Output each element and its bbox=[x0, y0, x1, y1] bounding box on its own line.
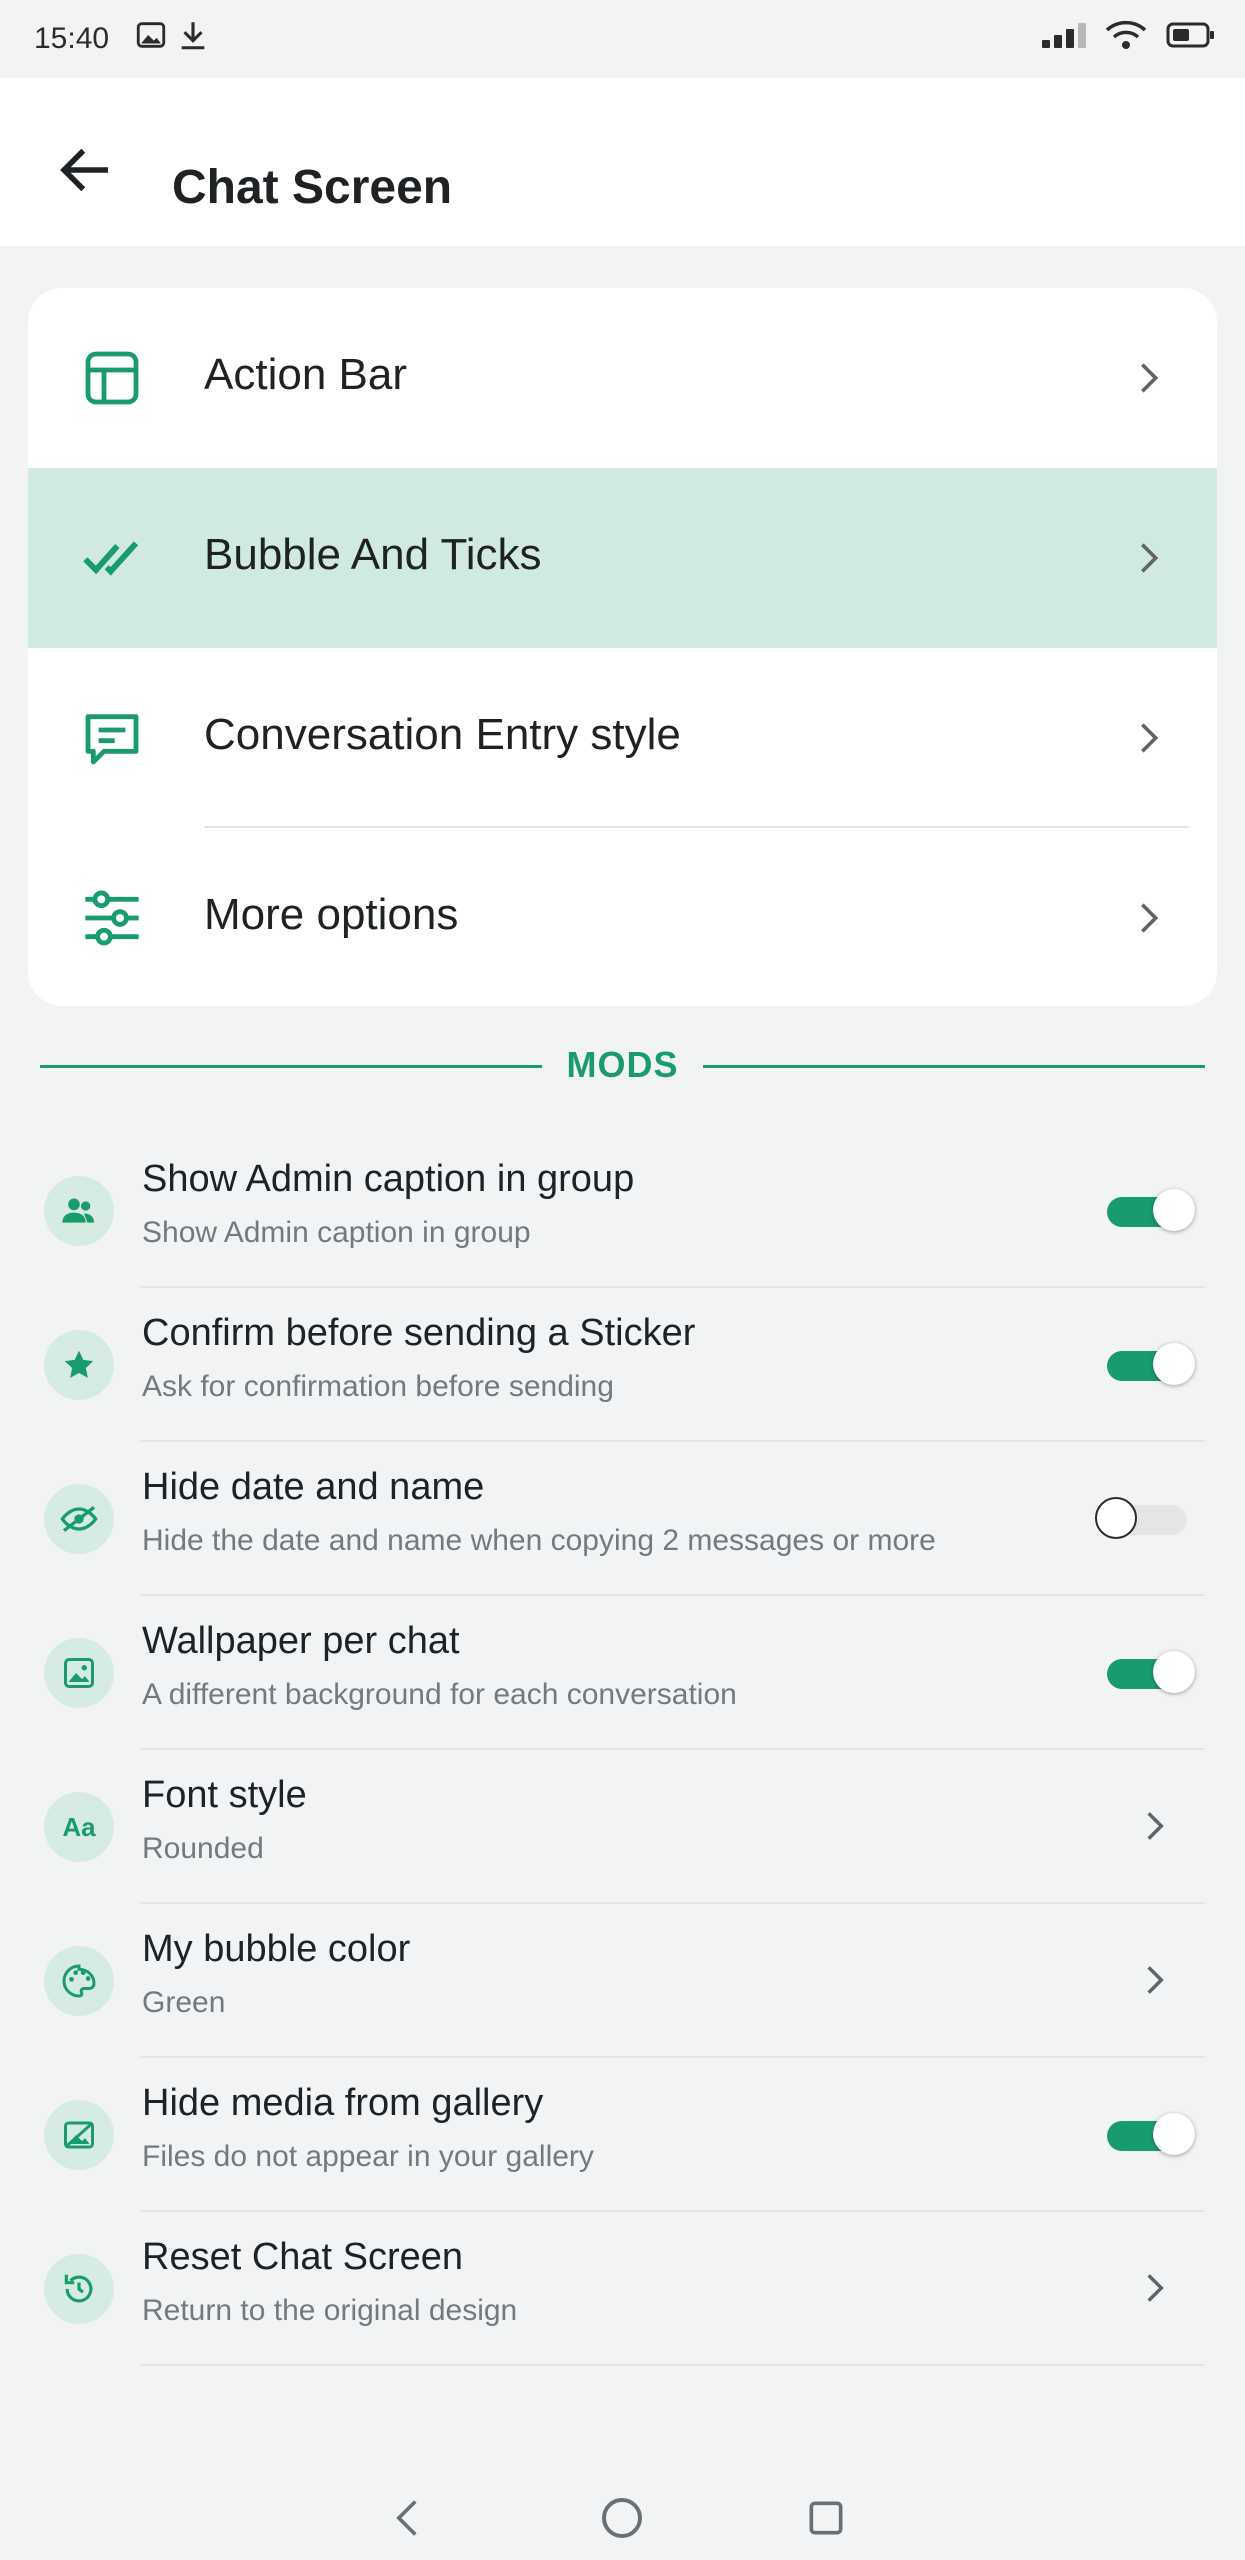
toggle-switch[interactable] bbox=[1107, 1189, 1195, 1233]
mod-subtitle: Rounded bbox=[142, 1832, 264, 1865]
toggle-switch[interactable] bbox=[1107, 2113, 1195, 2157]
double-check-icon bbox=[72, 518, 152, 598]
toggle-switch[interactable] bbox=[1095, 1497, 1193, 1541]
mod-subtitle: Ask for confirmation before sending bbox=[142, 1370, 614, 1403]
chevron-right-icon bbox=[1121, 530, 1177, 586]
download-icon bbox=[176, 18, 210, 57]
font-icon: Aa bbox=[44, 1792, 114, 1862]
mods-section-header: MODS bbox=[40, 1040, 1205, 1092]
mod-row-confirm-sticker[interactable]: Confirm before sending a Sticker Ask for… bbox=[40, 1288, 1205, 1442]
page-title: Chat Screen bbox=[172, 161, 453, 214]
settings-card: Action Bar Bubble And Ticks Conversation… bbox=[28, 288, 1217, 1006]
people-icon bbox=[44, 1176, 114, 1246]
divider bbox=[140, 2364, 1205, 2366]
mod-title: My bubble color bbox=[142, 1928, 411, 1970]
message-icon bbox=[72, 698, 152, 778]
chevron-right-icon bbox=[1127, 1952, 1183, 2008]
mod-subtitle: Green bbox=[142, 1986, 226, 2019]
sliders-icon bbox=[72, 878, 152, 958]
mod-row-reset-chat-screen[interactable]: Reset Chat Screen Return to the original… bbox=[40, 2212, 1205, 2366]
mod-title: Reset Chat Screen bbox=[142, 2236, 464, 2278]
back-nav-icon[interactable] bbox=[378, 2488, 438, 2548]
mod-row-font-style[interactable]: Aa Font style Rounded bbox=[40, 1750, 1205, 1904]
palette-icon bbox=[44, 1946, 114, 2016]
image-icon bbox=[134, 18, 168, 57]
mod-row-hide-date-name[interactable]: Hide date and name Hide the date and nam… bbox=[40, 1442, 1205, 1596]
chevron-right-icon bbox=[1127, 2260, 1183, 2316]
eye-off-icon bbox=[44, 1484, 114, 1554]
mod-row-show-admin-caption[interactable]: Show Admin caption in group Show Admin c… bbox=[40, 1134, 1205, 1288]
mod-title: Font style bbox=[142, 1774, 307, 1816]
menu-item-conversation-entry-style[interactable]: Conversation Entry style bbox=[28, 648, 1217, 828]
chevron-right-icon bbox=[1121, 350, 1177, 406]
mod-subtitle: Show Admin caption in group bbox=[142, 1216, 531, 1249]
home-nav-icon[interactable] bbox=[592, 2488, 652, 2548]
chevron-right-icon bbox=[1121, 710, 1177, 766]
menu-item-action-bar[interactable]: Action Bar bbox=[28, 288, 1217, 468]
arrow-left-icon bbox=[60, 148, 108, 192]
menu-item-label: Conversation Entry style bbox=[204, 710, 681, 759]
divider bbox=[703, 1065, 1205, 1068]
star-icon bbox=[44, 1330, 114, 1400]
mod-subtitle: A different background for each conversa… bbox=[142, 1678, 737, 1711]
system-nav-bar bbox=[0, 2480, 1245, 2560]
menu-item-label: More options bbox=[204, 890, 459, 939]
layout-icon bbox=[72, 338, 152, 418]
gallery-off-icon bbox=[44, 2100, 114, 2170]
status-time: 15:40 bbox=[34, 22, 110, 55]
mod-subtitle: Hide the date and name when copying 2 me… bbox=[142, 1524, 936, 1557]
toggle-switch[interactable] bbox=[1107, 1651, 1195, 1695]
mod-title: Confirm before sending a Sticker bbox=[142, 1312, 696, 1354]
chevron-right-icon bbox=[1121, 890, 1177, 946]
reset-icon bbox=[44, 2254, 114, 2324]
wifi-icon bbox=[1104, 18, 1148, 57]
image-icon bbox=[44, 1638, 114, 1708]
status-bar: 15:40 bbox=[0, 0, 1245, 78]
mod-title: Show Admin caption in group bbox=[142, 1158, 635, 1200]
signal-icon bbox=[1040, 18, 1090, 57]
mod-row-hide-media[interactable]: Hide media from gallery Files do not app… bbox=[40, 2058, 1205, 2212]
menu-item-bubble-and-ticks[interactable]: Bubble And Ticks bbox=[28, 468, 1217, 648]
menu-item-more-options[interactable]: More options bbox=[28, 828, 1217, 1006]
mod-subtitle: Return to the original design bbox=[142, 2294, 518, 2327]
recents-nav-icon[interactable] bbox=[796, 2488, 856, 2548]
mod-row-wallpaper-per-chat[interactable]: Wallpaper per chat A different backgroun… bbox=[40, 1596, 1205, 1750]
mod-title: Hide media from gallery bbox=[142, 2082, 544, 2124]
menu-item-label: Bubble And Ticks bbox=[204, 530, 542, 579]
mod-title: Hide date and name bbox=[142, 1466, 485, 1508]
chevron-right-icon bbox=[1127, 1798, 1183, 1854]
menu-item-label: Action Bar bbox=[204, 350, 407, 399]
mod-subtitle: Files do not appear in your gallery bbox=[142, 2140, 594, 2173]
mod-title: Wallpaper per chat bbox=[142, 1620, 460, 1662]
mod-row-bubble-color[interactable]: My bubble color Green bbox=[40, 1904, 1205, 2058]
app-bar: Chat Screen bbox=[0, 78, 1245, 246]
battery-icon bbox=[1166, 18, 1216, 57]
toggle-switch[interactable] bbox=[1107, 1343, 1195, 1387]
back-button[interactable] bbox=[44, 128, 128, 212]
